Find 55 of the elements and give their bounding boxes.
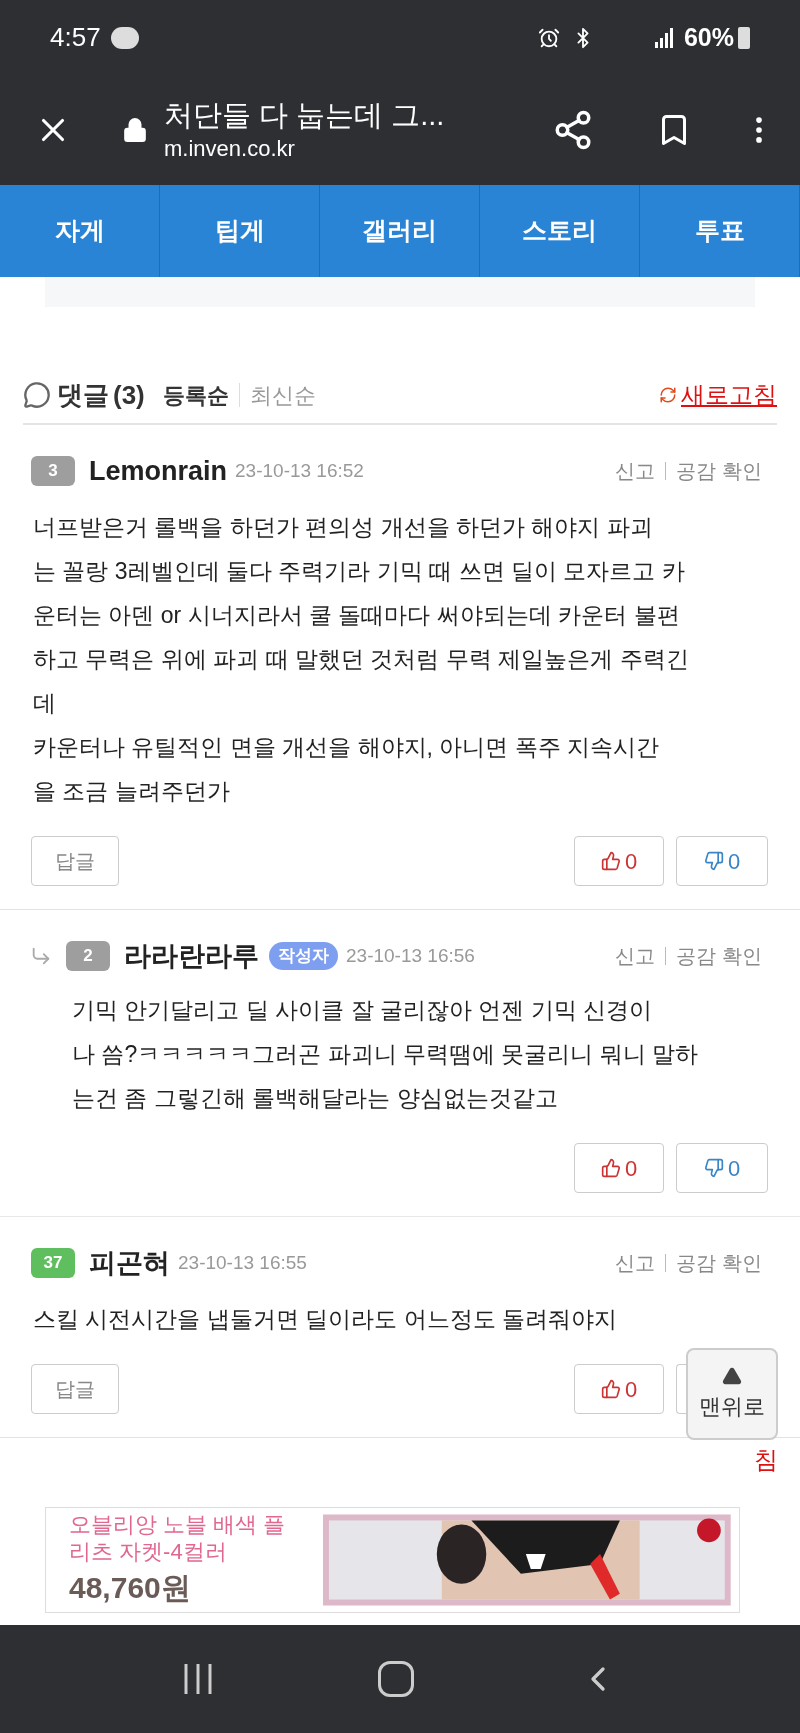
lock-icon	[122, 117, 148, 143]
thumbs-down-icon	[703, 1158, 724, 1178]
comment-date: 23-10-13 16:52	[235, 458, 364, 483]
ad-banner[interactable]: 오블리앙 노블 배색 플 리츠 자켓-4컬러 48,760원	[45, 1507, 740, 1613]
refresh-icon	[659, 386, 677, 404]
ad-title: 오블리앙 노블 배색 플 리츠 자켓-4컬러	[69, 1510, 287, 1565]
recent-apps-icon[interactable]	[182, 1662, 214, 1696]
like-button[interactable]: 0	[574, 1364, 664, 1414]
scroll-top-button[interactable]: 맨위로	[686, 1348, 778, 1440]
thumbs-up-icon	[600, 1379, 621, 1399]
likes-link[interactable]: 공감 확인	[676, 941, 762, 971]
like-button[interactable]: 0	[574, 1143, 664, 1193]
author-name[interactable]: Lemonrain	[89, 450, 228, 492]
home-icon[interactable]	[378, 1661, 414, 1697]
refresh-link[interactable]: 새로고침	[681, 377, 777, 413]
comment-icon	[23, 381, 51, 409]
page-url: m.inven.co.kr	[164, 135, 296, 163]
likes-link[interactable]: 공감 확인	[676, 1248, 762, 1278]
covered-text: 침	[754, 1445, 778, 1475]
clock-time: 4:57	[50, 21, 101, 54]
comment-date: 23-10-13 16:56	[346, 943, 475, 968]
alarm-icon	[537, 26, 560, 49]
report-link[interactable]: 신고	[615, 1248, 656, 1278]
thumbs-down-icon	[703, 851, 724, 871]
dislike-button[interactable]: 0	[676, 1143, 768, 1193]
level-badge: 3	[31, 456, 75, 486]
level-badge: 37	[31, 1248, 75, 1278]
dislike-button[interactable]: 0	[676, 836, 768, 886]
sort-option[interactable]: 최신순	[249, 378, 316, 412]
level-badge: 2	[66, 941, 110, 971]
comment-date: 23-10-13 16:55	[178, 1250, 307, 1275]
reply-button[interactable]: 답글	[31, 836, 119, 886]
thumbs-up-icon	[600, 1158, 621, 1178]
signal-icon	[653, 26, 674, 49]
page-title: 처단들 다 눕는데 그...	[164, 98, 445, 133]
battery-icon	[738, 26, 750, 49]
reply-button[interactable]: 답글	[31, 1364, 119, 1414]
author-name[interactable]: 라라란라루	[124, 935, 259, 977]
report-link[interactable]: 신고	[615, 941, 656, 971]
likes-link[interactable]: 공감 확인	[676, 456, 762, 486]
comment-text: 스킬 시전시간을 냅둘거면 딜이라도 어느정도 돌려줘야지	[32, 1305, 618, 1334]
ad-price: 48,760원	[69, 1569, 192, 1606]
battery-percent: 60%	[683, 21, 734, 53]
author-tag: 작성자	[269, 942, 338, 970]
thumbs-up-icon	[600, 851, 621, 871]
comments-count: (3)	[113, 378, 145, 412]
comment-text: 너프받은거 롤백을 하던가 편의성 개선을 하던가 해야지 파괴 는 꼴랑 3레벨인데 둘다 주력기라 기믹 때 쓰면 딜이 모자르고 카 운터는 아덴 or 시너지라서 쿨 돌때마다 써야되는데 카운터 불편 하고 무력은 위에 파괴 때 말했던 것처럼 무력 제일높은게 주력긴 데 카운터나 유틸적인 면을 개선을 해야지, 아니면 폭주 지속시간 을 조금 늘려주던가	[32, 513, 690, 806]
up-triangle-icon	[720, 1365, 744, 1386]
comment-text: 기믹 안기달리고 딜 사이클 잘 굴리잖아 언젠 기믹 신경이 나 씀?ㅋㅋㅋㅋㅋ그러곤 파괴니 무력땜에 못굴리니 뭐니 말하 는건 좀 그렇긴해 롤백해달라는 양심없는것같고	[71, 996, 700, 1113]
author-name[interactable]: 피곤혀	[89, 1242, 170, 1284]
comments-title: 댓글	[57, 378, 109, 412]
sort-option[interactable]: 등록순	[162, 378, 229, 412]
report-link[interactable]: 신고	[615, 456, 656, 486]
like-button[interactable]: 0	[574, 836, 664, 886]
reply-arrow-icon	[30, 945, 52, 967]
